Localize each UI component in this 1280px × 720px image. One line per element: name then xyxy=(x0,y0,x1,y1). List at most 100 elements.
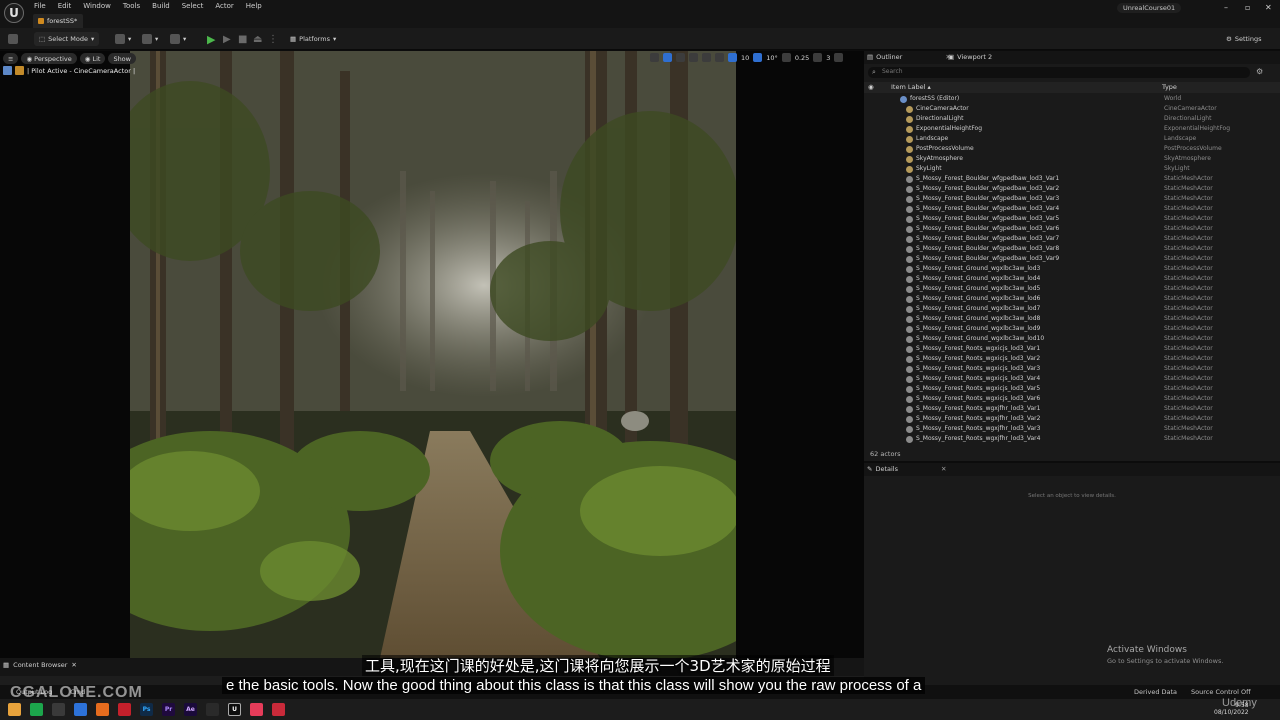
content-browser-tab[interactable]: ▦ Content Browser ✕ xyxy=(3,661,77,669)
surface-snap-icon[interactable] xyxy=(715,53,724,62)
menu-edit[interactable]: Edit xyxy=(58,2,72,10)
outliner-row[interactable]: S_Mossy_Forest_Roots_wgxjfhr_lod3_Var1 St… xyxy=(864,404,1280,414)
outliner-row[interactable]: S_Mossy_Forest_Boulder_wfgpedbaw_lod3_Va… xyxy=(864,174,1280,184)
blueprint-button[interactable]: ▾ xyxy=(142,32,158,46)
add-actor-button[interactable]: ▾ xyxy=(115,32,131,46)
outliner-row[interactable]: S_Mossy_Forest_Roots_wgxicjs_lod3_Var5 St… xyxy=(864,384,1280,394)
cinematics-button[interactable]: ▾ xyxy=(170,32,186,46)
save-icon[interactable] xyxy=(8,32,18,46)
select-tool-icon[interactable] xyxy=(650,53,659,62)
settings-button[interactable]: ⚙ Settings xyxy=(1226,32,1262,46)
grid-snap-value[interactable]: 10 xyxy=(741,54,749,62)
camera-speed-icon[interactable] xyxy=(813,53,823,62)
outliner-row[interactable]: CineCameraActor CineCameraActor xyxy=(864,104,1280,114)
scale-snap-icon[interactable] xyxy=(781,53,791,62)
outliner-row[interactable]: forestSS (Editor) World xyxy=(864,94,1280,104)
outliner-search-input[interactable]: ⌕ Search xyxy=(868,67,1250,78)
tab-viewport-2[interactable]: ▣ Viewport 2 xyxy=(948,53,992,61)
menu-build[interactable]: Build xyxy=(152,2,170,10)
minimize-icon[interactable]: – xyxy=(1224,3,1228,12)
file-explorer-icon[interactable] xyxy=(8,703,21,716)
chrome-icon[interactable] xyxy=(74,703,87,716)
platforms-dropdown[interactable]: ▦ Platforms ▾ xyxy=(290,32,336,46)
app-icon[interactable] xyxy=(272,703,285,716)
level-viewport[interactable] xyxy=(130,51,736,658)
menu-file[interactable]: File xyxy=(34,2,46,10)
level-document-tab[interactable]: forestSS* xyxy=(33,14,83,28)
lit-button[interactable]: ◉ Lit xyxy=(79,53,106,64)
outliner-row[interactable]: S_Mossy_Forest_Boulder_wfgpedbaw_lod3_Va… xyxy=(864,244,1280,254)
grid-snap-icon[interactable] xyxy=(728,53,737,62)
menu-window[interactable]: Window xyxy=(83,2,111,10)
derived-data-button[interactable]: Derived Data xyxy=(1134,688,1177,696)
maximize-viewport-icon[interactable] xyxy=(834,53,844,62)
outliner-row[interactable]: S_Mossy_Forest_Roots_wgxicjs_lod3_Var1 St… xyxy=(864,344,1280,354)
after-effects-icon[interactable]: Ae xyxy=(184,703,197,716)
outliner-row[interactable]: S_Mossy_Forest_Ground_wgxlbc3aw_lod7 Stat… xyxy=(864,304,1280,314)
outliner-row[interactable]: PostProcessVolume PostProcessVolume xyxy=(864,144,1280,154)
tab-details[interactable]: ✎ Details ✕ xyxy=(867,465,946,473)
outliner-row[interactable]: S_Mossy_Forest_Roots_wgxicjs_lod3_Var6 St… xyxy=(864,394,1280,404)
photoshop-icon[interactable]: Ps xyxy=(140,703,153,716)
outliner-row[interactable]: S_Mossy_Forest_Roots_wgxicjs_lod3_Var3 St… xyxy=(864,364,1280,374)
perspective-button[interactable]: ◉ Perspective xyxy=(21,53,77,64)
outliner-row[interactable]: SkyAtmosphere SkyAtmosphere xyxy=(864,154,1280,164)
eject-pilot-icon[interactable] xyxy=(3,66,12,75)
advance-frame-button[interactable]: ▶ xyxy=(223,32,231,46)
source-control-button[interactable]: Source Control Off xyxy=(1191,688,1251,696)
outliner-row[interactable]: S_Mossy_Forest_Ground_wgxlbc3aw_lod10 Sta… xyxy=(864,334,1280,344)
outliner-row[interactable]: S_Mossy_Forest_Roots_wgxicjs_lod3_Var4 St… xyxy=(864,374,1280,384)
maximize-icon[interactable]: ▫ xyxy=(1245,3,1250,12)
stop-button[interactable]: ■ xyxy=(238,32,247,46)
outliner-row[interactable]: Landscape Landscape xyxy=(864,134,1280,144)
outliner-row[interactable]: S_Mossy_Forest_Boulder_wfgpedbaw_lod3_Va… xyxy=(864,234,1280,244)
close-icon[interactable]: ✕ xyxy=(1265,3,1272,12)
menu-tools[interactable]: Tools xyxy=(123,2,140,10)
app-icon[interactable] xyxy=(52,703,65,716)
outliner-row[interactable]: S_Mossy_Forest_Boulder_wfgpedbaw_lod3_Va… xyxy=(864,194,1280,204)
app-icon[interactable] xyxy=(250,703,263,716)
scale-snap-value[interactable]: 0.25 xyxy=(795,54,809,62)
outliner-row[interactable]: S_Mossy_Forest_Ground_wgxlbc3aw_lod3 Stat… xyxy=(864,264,1280,274)
menu-help[interactable]: Help xyxy=(246,2,262,10)
rotation-snap-icon[interactable] xyxy=(753,53,763,62)
outliner-row[interactable]: S_Mossy_Forest_Roots_wgxicjs_lod3_Var2 St… xyxy=(864,354,1280,364)
outliner-row[interactable]: S_Mossy_Forest_Ground_wgxlbc3aw_lod9 Stat… xyxy=(864,324,1280,334)
column-type[interactable]: Type xyxy=(1162,83,1177,91)
outliner-row[interactable]: S_Mossy_Forest_Boulder_wfgpedbaw_lod3_Va… xyxy=(864,224,1280,234)
outliner-row[interactable]: ExponentialHeightFog ExponentialHeightFog xyxy=(864,124,1280,134)
outliner-row[interactable]: S_Mossy_Forest_Roots_wgxjfhr_lod3_Var2 St… xyxy=(864,414,1280,424)
pilot-active-badge[interactable]: | Pilot Active - CineCameraActor | xyxy=(3,66,135,75)
outliner-row[interactable]: S_Mossy_Forest_Boulder_wfgpedbaw_lod3_Va… xyxy=(864,214,1280,224)
rotate-tool-icon[interactable] xyxy=(676,53,685,62)
outliner-row[interactable]: S_Mossy_Forest_Roots_wgxjfhr_lod3_Var4 St… xyxy=(864,434,1280,444)
select-mode-dropdown[interactable]: ⬚ Select Mode ▾ xyxy=(34,32,100,46)
camera-speed-value[interactable]: 3 xyxy=(826,54,830,62)
app-icon[interactable] xyxy=(206,703,219,716)
menu-actor[interactable]: Actor xyxy=(215,2,233,10)
world-space-icon[interactable] xyxy=(702,53,711,62)
visibility-eye-icon[interactable]: ◉ xyxy=(868,83,874,91)
outliner-row[interactable]: S_Mossy_Forest_Boulder_wfgpedbaw_lod3_Va… xyxy=(864,184,1280,194)
blender-icon[interactable] xyxy=(96,703,109,716)
outliner-row[interactable]: S_Mossy_Forest_Ground_wgxlbc3aw_lod6 Stat… xyxy=(864,294,1280,304)
menu-select[interactable]: Select xyxy=(182,2,204,10)
outliner-row[interactable]: SkyLight SkyLight xyxy=(864,164,1280,174)
outliner-row[interactable]: S_Mossy_Forest_Boulder_wfgpedbaw_lod3_Va… xyxy=(864,204,1280,214)
eject-button[interactable]: ⏏ xyxy=(253,32,262,46)
premiere-icon[interactable]: Pr xyxy=(162,703,175,716)
close-icon[interactable]: ✕ xyxy=(71,661,76,669)
outliner-row[interactable]: S_Mossy_Forest_Roots_wgxjfhr_lod3_Var3 St… xyxy=(864,424,1280,434)
play-options-button[interactable]: ⋮ xyxy=(268,32,278,46)
show-button[interactable]: Show xyxy=(108,53,136,64)
column-item-label[interactable]: Item Label ▴ xyxy=(891,83,931,91)
close-icon[interactable]: ✕ xyxy=(941,465,946,473)
outliner-row[interactable]: S_Mossy_Forest_Ground_wgxlbc3aw_lod5 Stat… xyxy=(864,284,1280,294)
scale-tool-icon[interactable] xyxy=(689,53,698,62)
unreal-taskbar-icon[interactable]: U xyxy=(228,703,241,716)
viewport-menu-button[interactable]: ≡ xyxy=(3,53,19,64)
tab-outliner[interactable]: ▤ Outliner ✕ xyxy=(867,53,951,61)
app-icon[interactable] xyxy=(118,703,131,716)
play-button[interactable]: ▶ xyxy=(207,32,215,46)
outliner-row[interactable]: DirectionalLight DirectionalLight xyxy=(864,114,1280,124)
